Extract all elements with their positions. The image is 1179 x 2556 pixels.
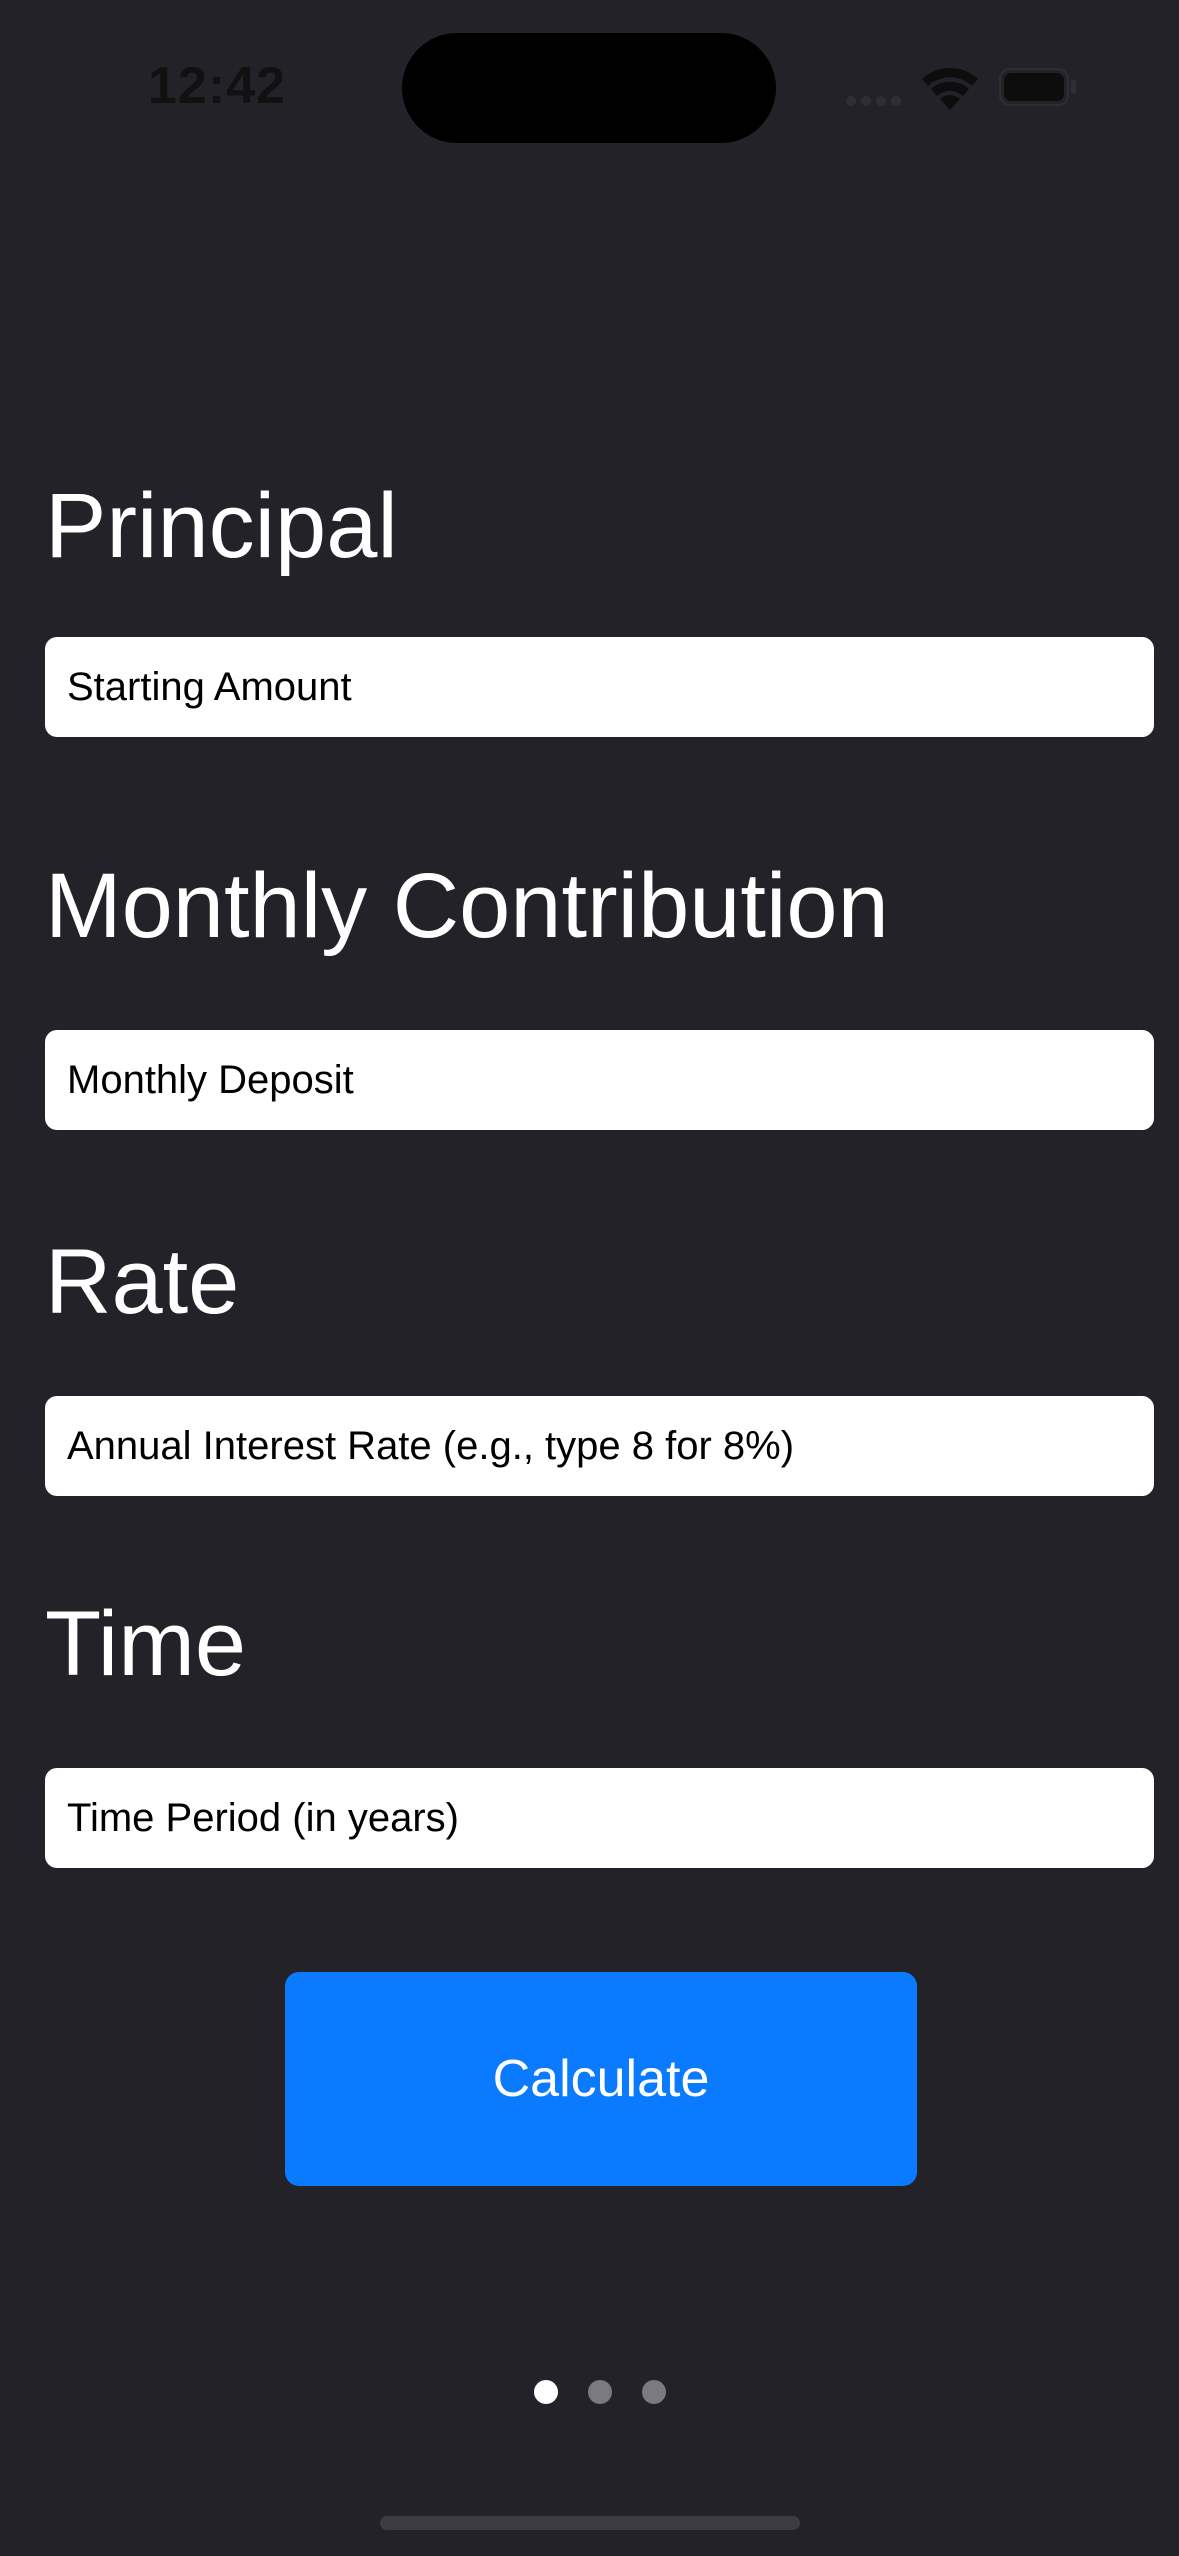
calculate-button[interactable]: Calculate <box>285 1972 917 2186</box>
battery-icon <box>999 68 1076 106</box>
rate-placeholder: Annual Interest Rate (e.g., type 8 for 8… <box>67 1423 795 1468</box>
page-dot-2[interactable] <box>588 2380 612 2404</box>
page-dot-3[interactable] <box>642 2380 666 2404</box>
time-label: Time <box>45 1593 247 1695</box>
rate-input[interactable]: Annual Interest Rate (e.g., type 8 for 8… <box>45 1396 1154 1496</box>
status-time: 12:42 <box>148 57 286 115</box>
calculate-button-label: Calculate <box>492 2050 710 2108</box>
home-indicator[interactable] <box>380 2516 800 2530</box>
monthly-contribution-input[interactable]: Monthly Deposit <box>45 1030 1154 1130</box>
page-dot-1[interactable] <box>534 2380 558 2404</box>
time-input[interactable]: Time Period (in years) <box>45 1768 1154 1868</box>
page-indicator[interactable] <box>534 2380 668 2404</box>
rate-label: Rate <box>45 1231 240 1333</box>
cellular-signal-icon <box>846 96 902 106</box>
time-placeholder: Time Period (in years) <box>67 1795 459 1840</box>
dynamic-island <box>402 33 776 143</box>
monthly-contribution-label: Monthly Contribution <box>45 855 889 957</box>
status-bar: 12:42 <box>0 0 1179 150</box>
principal-label: Principal <box>45 475 398 577</box>
principal-placeholder: Starting Amount <box>67 664 352 709</box>
wifi-icon <box>922 67 978 110</box>
monthly-contribution-placeholder: Monthly Deposit <box>67 1057 354 1102</box>
principal-input[interactable]: Starting Amount <box>45 637 1154 737</box>
